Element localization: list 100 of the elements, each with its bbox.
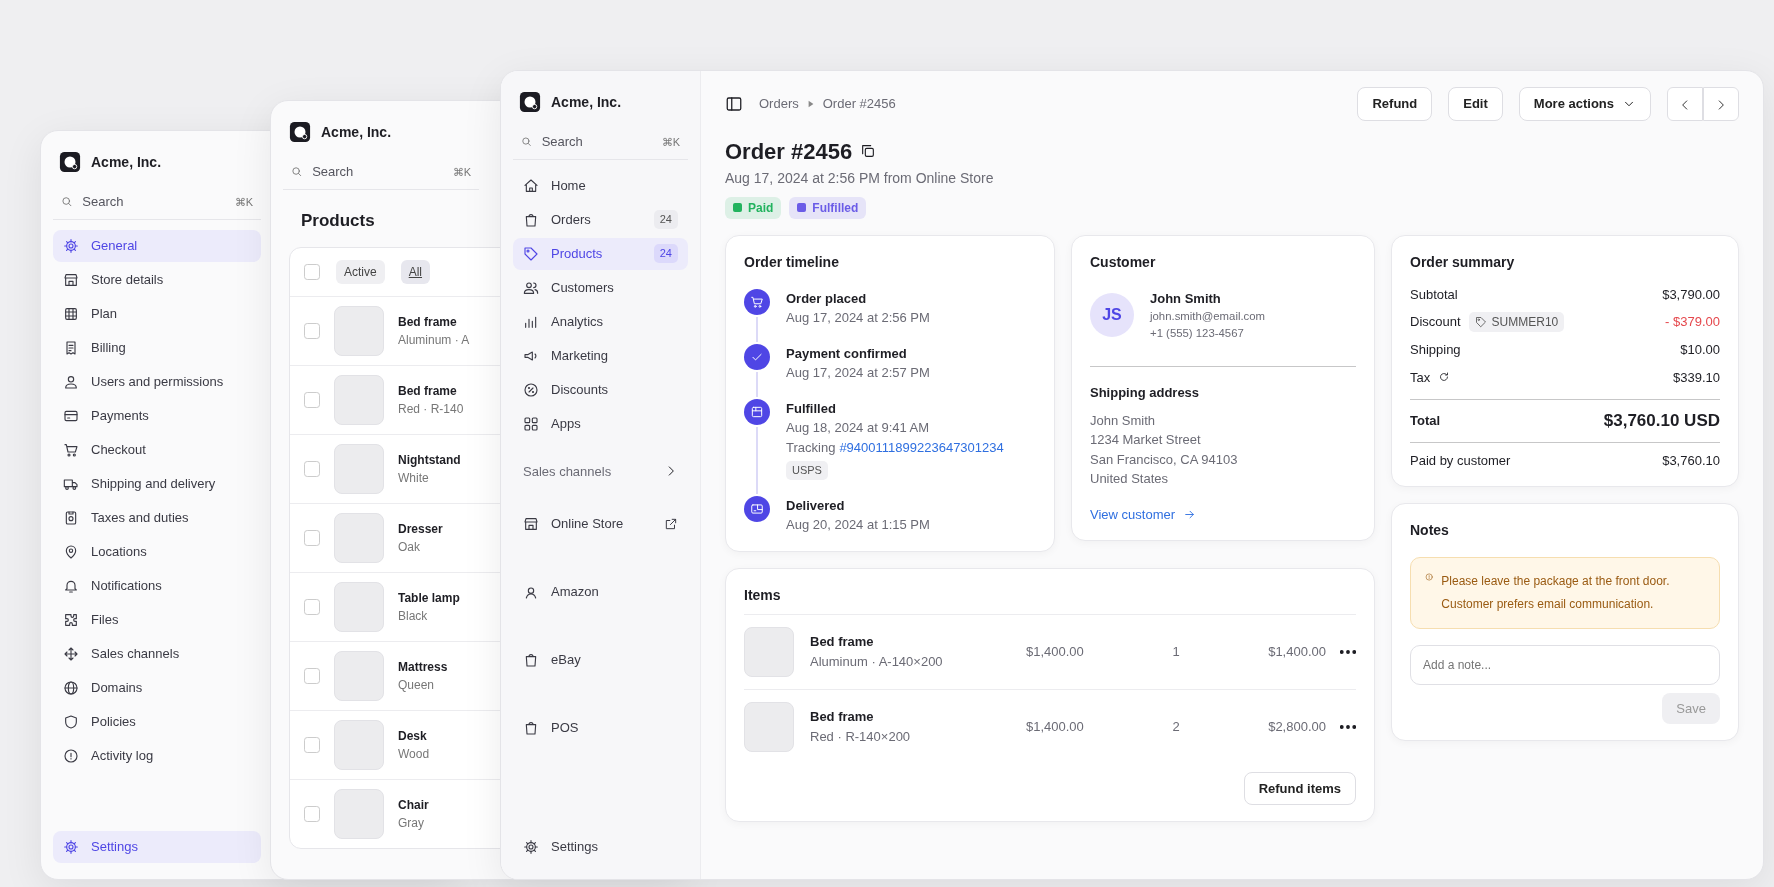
card-title: Notes	[1410, 521, 1450, 540]
nav-item[interactable]: Shipping and delivery	[53, 467, 261, 500]
nav-item[interactable]: Customers	[513, 271, 688, 304]
brand-name: Acme, Inc.	[551, 92, 622, 112]
document-icon	[63, 509, 79, 526]
users-icon	[523, 279, 539, 296]
nav-item[interactable]: Analytics	[513, 305, 688, 338]
nav-item[interactable]: Users and permissions	[53, 365, 261, 398]
nav-item[interactable]: Discounts	[513, 373, 688, 406]
settings-item[interactable]: Settings	[53, 831, 261, 863]
total-label: Total	[1410, 412, 1441, 430]
checkbox[interactable]	[304, 461, 320, 477]
order-title: Order #2456	[725, 137, 853, 166]
address-line: John Smith	[1090, 411, 1157, 430]
summary-value: - $379.00	[1665, 313, 1720, 332]
breadcrumb-link[interactable]: Order #2456	[822, 94, 896, 114]
nav-item[interactable]: Apps	[513, 407, 688, 440]
shortcut-hint: ⌘K	[661, 134, 680, 150]
checkbox[interactable]	[304, 599, 320, 615]
search-field[interactable]: Search	[80, 191, 227, 213]
nav-item[interactable]: Activity log	[53, 739, 261, 772]
product-photo	[744, 626, 794, 677]
event-title: Payment confirmed	[786, 344, 908, 363]
gear-icon	[63, 839, 79, 855]
nav-item[interactable]: General	[53, 229, 261, 262]
product-name: Dresser	[398, 521, 443, 538]
event-time: Aug 18, 2024 at 9:41 AM	[786, 419, 931, 437]
summary-label: Tax	[1410, 368, 1431, 387]
product-name: Chair	[398, 797, 429, 814]
channel-item[interactable]: eBay	[513, 627, 688, 693]
section-heading: Sales channels	[523, 462, 612, 481]
percent-icon	[523, 381, 539, 398]
address-line: 1234 Market Street	[1090, 431, 1202, 450]
nav-item[interactable]: Store details	[53, 263, 261, 296]
count-badge: 24	[653, 210, 678, 229]
globe-icon	[63, 679, 79, 696]
nav-item[interactable]: Policies	[53, 705, 261, 738]
breadcrumb-link[interactable]: Orders	[759, 94, 799, 114]
puzzle-icon	[63, 611, 79, 628]
event-time: Aug 17, 2024 at 2:57 PM	[786, 364, 930, 382]
product-detail: Oak	[398, 539, 421, 556]
next-button[interactable]	[1703, 87, 1739, 121]
page-title: Products	[301, 209, 375, 232]
summary-value: $10.00	[1680, 341, 1720, 359]
search-field[interactable]: Search	[539, 131, 654, 153]
channel-item[interactable]: Online Store	[513, 491, 688, 557]
view-customer-link[interactable]: View customer	[1090, 504, 1196, 525]
nav-item[interactable]: Plan	[53, 297, 261, 330]
checkbox[interactable]	[304, 264, 320, 280]
store-icon	[63, 271, 79, 288]
checkbox[interactable]	[304, 806, 320, 822]
product-detail: White	[398, 470, 430, 487]
action-button[interactable]: More actions	[1518, 87, 1651, 121]
nav-item[interactable]: Orders 24	[513, 203, 688, 236]
tracking-link[interactable]: #9400111899223647301234	[839, 437, 1004, 457]
item-name: Bed frame	[810, 708, 875, 726]
nav-item[interactable]: Checkout	[53, 433, 261, 466]
nav-item[interactable]: Domains	[53, 671, 261, 704]
product-photo	[334, 582, 384, 632]
gear-icon	[523, 839, 539, 855]
checkbox[interactable]	[304, 392, 320, 408]
nav-item[interactable]: Locations	[53, 535, 261, 568]
customer-email: john.smith@email.com	[1150, 309, 1266, 324]
apps-icon	[523, 415, 539, 432]
search-field[interactable]: Search	[310, 161, 445, 183]
sidebar-toggle-icon	[725, 94, 743, 113]
channel-item[interactable]: Amazon	[513, 559, 688, 625]
checkbox[interactable]	[304, 668, 320, 684]
refund-items-button[interactable]: Refund items	[1243, 771, 1356, 805]
nav-item[interactable]: Notifications	[53, 569, 261, 602]
nav-item[interactable]: Taxes and duties	[53, 501, 261, 534]
product-name: Nightstand	[398, 452, 461, 469]
product-name: Bed frame	[398, 314, 458, 331]
product-detail: Queen	[398, 677, 436, 694]
checkbox[interactable]	[304, 530, 320, 546]
logo-icon	[59, 151, 81, 173]
note-field[interactable]: Add a note...	[1410, 644, 1720, 685]
nav-item[interactable]: Billing	[53, 331, 261, 364]
summary-label: Subtotal	[1410, 285, 1458, 304]
filter-tab[interactable]: Active	[336, 260, 385, 284]
shield-icon	[63, 713, 79, 730]
checkbox[interactable]	[304, 323, 320, 339]
nav-item[interactable]: Home	[513, 169, 688, 202]
nav-item[interactable]: Files	[53, 603, 261, 636]
nav-item[interactable]: Products 24	[513, 237, 688, 270]
nav-item[interactable]: Marketing	[513, 339, 688, 372]
event-time: Aug 17, 2024 at 2:56 PM	[786, 309, 930, 327]
product-name: Mattress	[398, 659, 448, 676]
shortcut-hint: ⌘K	[234, 194, 253, 210]
channel-item[interactable]: POS	[513, 695, 688, 761]
product-photo	[334, 375, 384, 425]
card-title: Order timeline	[744, 252, 840, 272]
nav-item[interactable]: Payments	[53, 399, 261, 432]
action-button[interactable]: Edit	[1448, 87, 1503, 121]
previous-button[interactable]	[1667, 87, 1703, 121]
settings-item[interactable]: Settings	[513, 831, 688, 863]
filter-tab[interactable]: All	[400, 260, 431, 284]
checkbox[interactable]	[304, 737, 320, 753]
action-button[interactable]: Refund	[1357, 87, 1433, 121]
nav-item[interactable]: Sales channels	[53, 637, 261, 670]
